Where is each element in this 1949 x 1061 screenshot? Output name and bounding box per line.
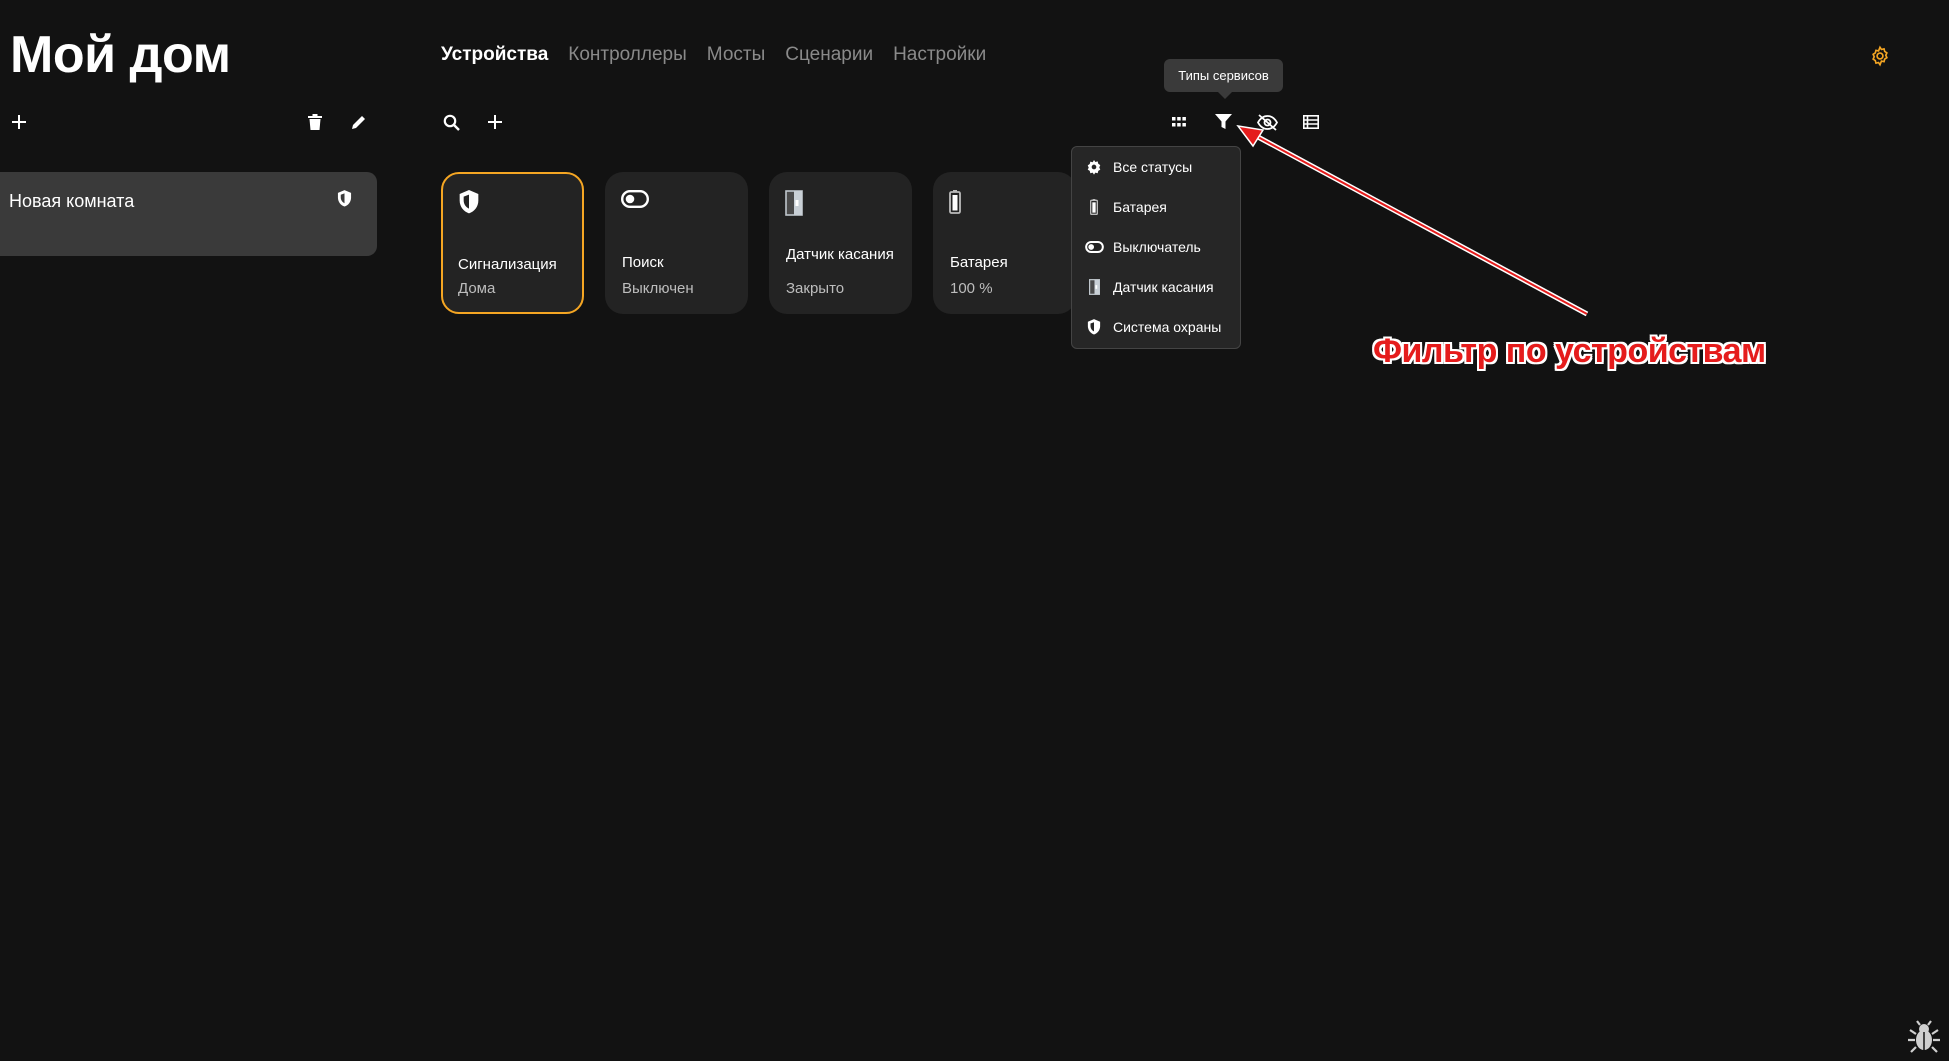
toggle-icon (621, 190, 650, 213)
annotation-label: Фильтр по устройствам (1373, 332, 1766, 370)
menu-item-label: Батарея (1113, 199, 1167, 215)
menu-item-label: Выключатель (1113, 239, 1201, 255)
service-type-filter-menu: Все статусы Батарея Выключатель Датчик к… (1071, 146, 1241, 349)
tab-settings[interactable]: Настройки (893, 44, 986, 66)
tooltip-service-types: Типы сервисов (1164, 59, 1283, 99)
device-card-battery[interactable]: Батарея 100 % (933, 172, 1076, 314)
device-name: Батарея (950, 254, 1008, 271)
device-state: Дома (458, 280, 496, 297)
contact-sensor-icon (785, 190, 803, 221)
annotation-arrow (1236, 124, 1589, 317)
grid-view-button[interactable] (1165, 108, 1193, 136)
device-name: Поиск (622, 254, 664, 271)
tab-devices[interactable]: Устройства (441, 44, 548, 66)
device-name: Датчик касания (786, 246, 894, 263)
filter-item-touch-sensor[interactable]: Датчик касания (1072, 267, 1240, 307)
device-state: 100 % (950, 280, 993, 297)
tab-controllers[interactable]: Контроллеры (568, 44, 687, 66)
filter-item-switch[interactable]: Выключатель (1072, 227, 1240, 267)
filter-item-security-system[interactable]: Система охраны (1072, 307, 1240, 347)
delete-room-button[interactable] (301, 108, 329, 136)
device-card-search[interactable]: Поиск Выключен (605, 172, 748, 314)
device-card-alarm[interactable]: Сигнализация Дома (441, 172, 584, 314)
room-name: Новая комната (9, 191, 135, 211)
shield-icon (458, 190, 480, 219)
add-room-button[interactable] (5, 108, 33, 136)
battery-icon (949, 190, 961, 219)
add-device-button[interactable] (481, 108, 509, 136)
search-button[interactable] (437, 108, 465, 136)
room-card[interactable]: Новая комната (0, 172, 377, 256)
settings-gear-icon[interactable] (1866, 42, 1894, 70)
device-name: Сигнализация (458, 256, 557, 273)
contact-sensor-icon (1084, 279, 1104, 295)
device-card-touch-sensor[interactable]: Датчик касания Закрыто (769, 172, 912, 314)
main-tabs: Устройства Контроллеры Мосты Сценарии На… (441, 44, 986, 66)
device-state: Закрыто (786, 280, 845, 297)
battery-icon (1084, 199, 1104, 215)
shield-icon (337, 190, 352, 212)
filter-item-all-statuses[interactable]: Все статусы (1072, 147, 1240, 187)
gear-icon (1084, 159, 1104, 175)
toggle-icon (1084, 241, 1104, 253)
menu-item-label: Датчик касания (1113, 279, 1214, 295)
menu-item-label: Все статусы (1113, 159, 1193, 175)
tab-bridges[interactable]: Мосты (707, 44, 765, 66)
device-state: Выключен (622, 280, 694, 297)
bug-report-icon[interactable] (1907, 1020, 1941, 1059)
shield-icon (1084, 319, 1104, 335)
filter-item-battery[interactable]: Батарея (1072, 187, 1240, 227)
tab-scenarios[interactable]: Сценарии (785, 44, 873, 66)
page-title: Мой дом (10, 26, 231, 84)
menu-item-label: Система охраны (1113, 319, 1222, 335)
edit-room-button[interactable] (345, 108, 373, 136)
